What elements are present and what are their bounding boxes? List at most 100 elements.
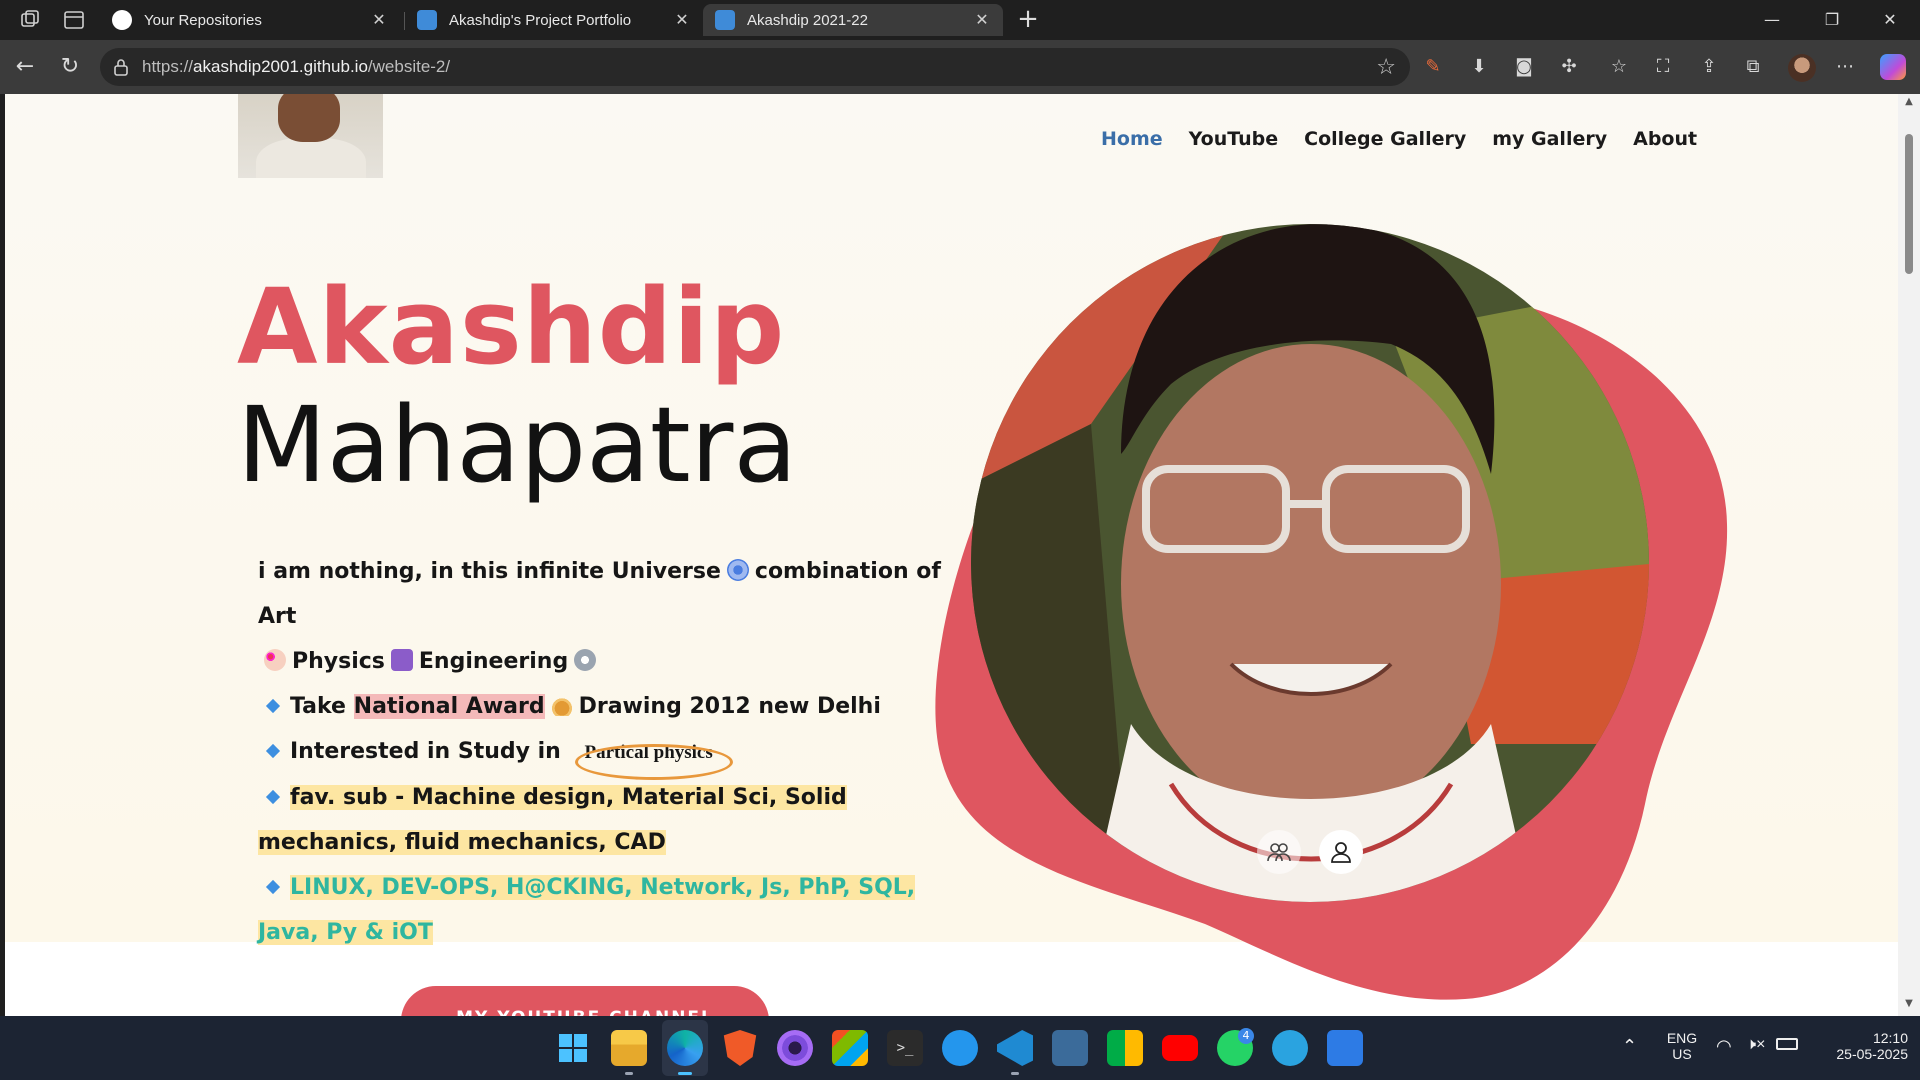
clock-time: 12:10 bbox=[1872, 1030, 1908, 1046]
clock[interactable]: 12:10 25-05-2025 bbox=[1812, 1030, 1908, 1062]
back-button[interactable]: ← bbox=[10, 52, 40, 82]
bio-text: Drawing 2012 new Delhi bbox=[578, 694, 881, 719]
microsoft-store-icon[interactable] bbox=[832, 1030, 868, 1066]
remote-desktop-icon[interactable] bbox=[1327, 1030, 1363, 1066]
gear-emoji-icon bbox=[574, 649, 597, 671]
fav-subjects: fav. sub - Machine design, Material Sci,… bbox=[258, 785, 847, 855]
favorite-star-icon[interactable]: ☆ bbox=[1376, 55, 1396, 80]
copilot-icon[interactable] bbox=[1880, 54, 1906, 80]
google-meet-icon[interactable] bbox=[1107, 1030, 1143, 1066]
tor-browser-icon[interactable] bbox=[777, 1030, 813, 1066]
portrait-photo bbox=[971, 224, 1649, 902]
lock-icon[interactable] bbox=[112, 58, 130, 76]
group-social-button[interactable] bbox=[1257, 830, 1301, 874]
docker-icon[interactable] bbox=[942, 1030, 978, 1066]
user-icon bbox=[1331, 842, 1351, 863]
wifi-icon[interactable]: ◠ bbox=[1716, 1036, 1732, 1057]
tab-bar: Your Repositories ✕ Akashdip's Project P… bbox=[0, 0, 1920, 40]
url-text[interactable]: https://akashdip2001.github.io/website-2… bbox=[142, 57, 450, 77]
bio-line-skills: LINUX, DEV-OPS, H@CKING, Network, Js, Ph… bbox=[258, 865, 958, 955]
skills-list: LINUX, DEV-OPS, H@CKING, Network, Js, Ph… bbox=[258, 875, 916, 945]
language-indicator[interactable]: ENG US bbox=[1662, 1030, 1702, 1062]
vertical-tabs-icon[interactable] bbox=[62, 8, 86, 32]
diamond-bullet-icon bbox=[265, 879, 281, 895]
telegram-icon[interactable] bbox=[1272, 1030, 1308, 1066]
start-windows-icon[interactable] bbox=[555, 1030, 591, 1066]
site-nav: Home YouTube College Gallery my Gallery … bbox=[1101, 128, 1697, 150]
close-tab-icon[interactable]: ✕ bbox=[673, 10, 691, 30]
tab-title: Akashdip's Project Portfolio bbox=[449, 11, 632, 29]
scroll-thumb[interactable] bbox=[1905, 134, 1913, 274]
medal-emoji-icon bbox=[550, 694, 573, 716]
workspaces-icon[interactable] bbox=[18, 8, 42, 32]
bio-text: i am nothing, in this infinite Universe bbox=[258, 559, 721, 584]
volume-muted-icon[interactable]: 🕨× bbox=[1746, 1036, 1765, 1054]
language-text: ENG bbox=[1666, 1030, 1698, 1046]
youtube-channel-button[interactable]: MY YOUTUBE CHANNEL bbox=[401, 986, 769, 1016]
diamond-bullet-icon bbox=[265, 743, 281, 759]
logo-face-shape bbox=[278, 94, 340, 142]
favorites-icon[interactable]: ☆ bbox=[1606, 54, 1632, 80]
bio: i am nothing, in this infinite Universe c… bbox=[258, 549, 958, 955]
clock-date: 25-05-2025 bbox=[1836, 1046, 1908, 1062]
running-indicator bbox=[625, 1072, 633, 1075]
nav-college-gallery[interactable]: College Gallery bbox=[1304, 128, 1466, 150]
nav-my-gallery[interactable]: my Gallery bbox=[1492, 128, 1607, 150]
show-hidden-icons-button[interactable]: ⌃ bbox=[1622, 1036, 1637, 1057]
more-menu-icon[interactable]: ⋯ bbox=[1832, 54, 1858, 80]
bio-text: Physics bbox=[292, 649, 385, 674]
name-last: Mahapatra bbox=[237, 384, 798, 506]
mysql-workbench-icon[interactable] bbox=[1052, 1030, 1088, 1066]
extensions-icon[interactable]: ✣ bbox=[1556, 54, 1582, 80]
scroll-up-arrow-icon[interactable]: ▲ bbox=[1903, 96, 1915, 108]
tab-akashdip-2021-22[interactable]: Akashdip 2021-22 ✕ bbox=[703, 4, 1003, 36]
edge-browser-icon[interactable] bbox=[667, 1030, 703, 1066]
close-tab-icon[interactable]: ✕ bbox=[973, 10, 991, 30]
battery-icon[interactable] bbox=[1776, 1038, 1798, 1050]
restore-button[interactable]: ❐ bbox=[1812, 6, 1852, 34]
region-text: US bbox=[1672, 1046, 1692, 1062]
share-icon[interactable]: ⇪ bbox=[1696, 54, 1722, 80]
tab-title: Akashdip 2021-22 bbox=[747, 11, 868, 29]
site-logo-photo[interactable] bbox=[238, 94, 383, 178]
youtube-icon[interactable] bbox=[1162, 1035, 1198, 1061]
close-tab-icon[interactable]: ✕ bbox=[370, 10, 388, 30]
bio-line-fav: fav. sub - Machine design, Material Sci,… bbox=[258, 775, 958, 865]
running-indicator bbox=[678, 1072, 692, 1075]
gear-favicon-icon bbox=[417, 10, 437, 30]
web-capture-icon[interactable]: ⛶ bbox=[1650, 54, 1676, 80]
profile-avatar[interactable] bbox=[1788, 54, 1816, 82]
file-explorer-icon[interactable] bbox=[611, 1030, 647, 1066]
tab-title: Your Repositories bbox=[144, 11, 262, 29]
group-icon bbox=[1267, 843, 1291, 862]
page-scrollbar[interactable]: ▲ ▼ bbox=[1898, 94, 1920, 1016]
brave-browser-icon[interactable] bbox=[723, 1030, 757, 1066]
running-indicator bbox=[1011, 1072, 1019, 1075]
address-bar[interactable]: https://akashdip2001.github.io/website-2… bbox=[100, 48, 1410, 86]
tab-project-portfolio[interactable]: Akashdip's Project Portfolio ✕ bbox=[405, 4, 703, 36]
cyclone-emoji-icon bbox=[726, 559, 749, 581]
nav-about[interactable]: About bbox=[1633, 128, 1697, 150]
bio-text: Take bbox=[290, 694, 346, 719]
bio-text: Engineering bbox=[418, 649, 569, 674]
scroll-down-arrow-icon[interactable]: ▼ bbox=[1903, 998, 1915, 1010]
download-icon[interactable]: ⬇ bbox=[1466, 54, 1492, 80]
new-tab-button[interactable]: + bbox=[1012, 4, 1044, 36]
nav-home[interactable]: Home bbox=[1101, 128, 1163, 150]
vscode-icon[interactable] bbox=[997, 1030, 1033, 1066]
gear-favicon-icon bbox=[715, 10, 735, 30]
close-window-button[interactable]: ✕ bbox=[1870, 6, 1910, 34]
pen-extension-icon[interactable]: ✎ bbox=[1420, 54, 1446, 80]
atom-emoji-icon bbox=[390, 649, 413, 671]
nav-youtube[interactable]: YouTube bbox=[1189, 128, 1278, 150]
terminal-icon[interactable]: >_ bbox=[887, 1030, 923, 1066]
bio-line-study: Interested in Study in Partical physics bbox=[258, 729, 958, 775]
diamond-bullet-icon bbox=[265, 789, 281, 805]
minimize-button[interactable]: — bbox=[1752, 6, 1792, 34]
name-first: Akashdip bbox=[237, 266, 786, 388]
refresh-button[interactable]: ↻ bbox=[55, 52, 85, 82]
tab-your-repositories[interactable]: Your Repositories ✕ bbox=[100, 4, 400, 36]
user-social-button[interactable] bbox=[1319, 830, 1363, 874]
collections-icon[interactable]: ⧉ bbox=[1740, 54, 1766, 80]
screenshot-icon[interactable]: ◙ bbox=[1511, 54, 1537, 80]
